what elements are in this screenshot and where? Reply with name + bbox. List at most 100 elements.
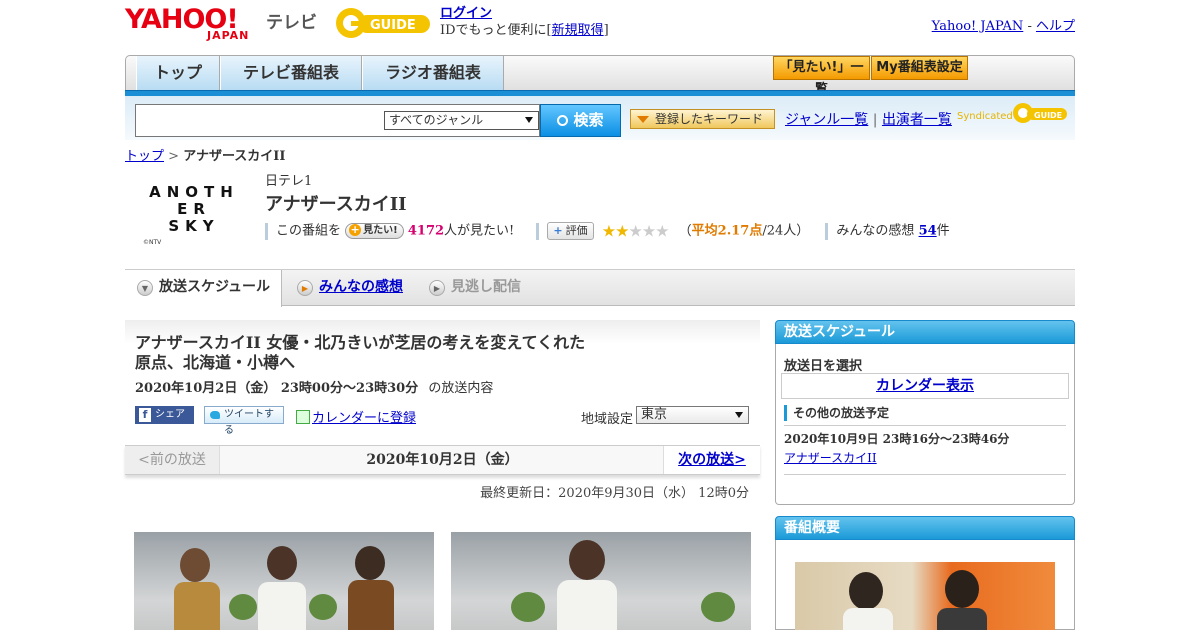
photo-person bbox=[849, 572, 883, 610]
divider bbox=[536, 222, 540, 240]
want-list-button[interactable]: 「見たい!」一覧 bbox=[773, 56, 870, 97]
syndicated-gguide-text: GUIDE bbox=[1034, 111, 1062, 120]
episode-datetime-suffix: の放送内容 bbox=[428, 381, 494, 396]
other-broadcast-item: アナザースカイII bbox=[784, 449, 877, 466]
episode-datetime-value: 2020年10月2日（金） 23時00分～23時30分 bbox=[135, 381, 419, 396]
rate-button[interactable]: + 評価 bbox=[547, 222, 594, 240]
rate-button-label: 評価 bbox=[565, 224, 588, 237]
program-stats: この番組を + 見たい! 4172人が見たい! + 評価 ★★★★★ （平均2.17… bbox=[265, 221, 950, 241]
want-count: 4172 bbox=[407, 223, 445, 239]
tab-impressions-link[interactable]: みんなの感想 bbox=[319, 279, 403, 295]
program-logo-line-1: ANOTH bbox=[149, 183, 239, 201]
region-select[interactable]: 東京 bbox=[636, 406, 749, 424]
divider bbox=[784, 425, 1066, 426]
registered-keywords-button[interactable]: 登録したキーワード bbox=[630, 109, 775, 129]
header-sep: - bbox=[1027, 19, 1032, 34]
tab-streaming: ▶ 見逃し配信 bbox=[417, 270, 547, 306]
calendar-display-link[interactable]: カレンダー表示 bbox=[876, 378, 974, 394]
want-prefix: この番組を bbox=[276, 223, 342, 239]
facebook-icon: f bbox=[139, 408, 151, 422]
photo-flowers bbox=[701, 592, 735, 622]
want-button-label: 見たい! bbox=[363, 225, 398, 236]
genre-list-link[interactable]: ジャンル一覧 bbox=[785, 112, 868, 128]
avg-rating: 平均2.17点 bbox=[691, 223, 763, 239]
avg-votes: /24人） bbox=[762, 223, 810, 239]
performer-list-link[interactable]: 出演者一覧 bbox=[882, 112, 952, 128]
program-title: アナザースカイII bbox=[265, 194, 407, 215]
next-broadcast-link[interactable]: 次の放送> bbox=[678, 452, 746, 468]
divider bbox=[784, 474, 1066, 475]
twitter-share-button[interactable]: ツイートする bbox=[204, 406, 284, 436]
help-link[interactable]: ヘルプ bbox=[1036, 19, 1075, 34]
calendar-display: カレンダー表示 bbox=[781, 373, 1069, 399]
facebook-share-label: シェア bbox=[155, 409, 185, 420]
photo-person bbox=[267, 546, 297, 580]
program-logo-line-3: SKY bbox=[168, 217, 220, 235]
facebook-share-button[interactable]: f シェア bbox=[135, 406, 194, 424]
tab-streaming-label: 見逃し配信 bbox=[451, 279, 521, 295]
tv-label: テレビ bbox=[266, 13, 317, 33]
chevron-down-icon bbox=[735, 412, 743, 418]
photo-person bbox=[843, 608, 893, 630]
calendar-register-link[interactable]: カレンダーに登録 bbox=[312, 411, 416, 426]
search-links-divider: | bbox=[872, 112, 878, 128]
tab-schedule[interactable]: ▼ 放送スケジュール bbox=[125, 270, 282, 307]
prev-broadcast: <前の放送 bbox=[125, 446, 220, 474]
breadcrumb-top-link[interactable]: トップ bbox=[125, 149, 164, 164]
content-tabs: ▼ 放送スケジュール ▶ みんなの感想 ▶ 見逃し配信 bbox=[125, 269, 1075, 307]
plus-icon: + bbox=[553, 224, 563, 237]
my-schedule-button[interactable]: My番組表設定 bbox=[871, 56, 968, 80]
gguide-logo[interactable]: GUIDE bbox=[334, 6, 432, 40]
main-nav: トップ テレビ番組表 ラジオ番組表 「見たい!」一覧 My番組表設定 bbox=[125, 55, 1075, 97]
yahoo-logo-sub: JAPAN bbox=[207, 29, 250, 42]
impressions-count-link[interactable]: 54 bbox=[919, 224, 937, 239]
photo-person bbox=[569, 540, 605, 580]
episode-photo-1 bbox=[134, 532, 434, 630]
sidebar-overview-header: 番組概要 bbox=[775, 516, 1075, 540]
genre-select[interactable]: すべてのジャンル bbox=[384, 111, 539, 130]
pager-date: 2020年10月2日（金） bbox=[366, 452, 519, 468]
chevron-down-icon bbox=[525, 117, 533, 123]
other-broadcasts-label: その他の放送予定 bbox=[784, 405, 889, 421]
id-text: IDでもっと便利に[ bbox=[440, 23, 552, 38]
rating-stars: ★★★★★ bbox=[602, 221, 670, 240]
photo-person bbox=[180, 548, 210, 582]
want-button[interactable]: + 見たい! bbox=[345, 223, 404, 239]
photo-person bbox=[174, 582, 220, 630]
overview-photo bbox=[795, 562, 1055, 630]
episode-datetime: 2020年10月2日（金） 23時00分～23時30分 の放送内容 bbox=[135, 377, 493, 396]
chevron-right-icon: ▶ bbox=[429, 280, 445, 296]
chevron-down-icon: ▼ bbox=[137, 280, 153, 296]
photo-person bbox=[258, 582, 306, 630]
episode-title-line-1: アナザースカイII 女優・北乃きいが芝居の考えを変えてくれた bbox=[135, 333, 586, 352]
syndicated-label: Syndicated bbox=[957, 111, 1013, 122]
program-logo-line-2: ER bbox=[177, 200, 211, 218]
login-block: ログイン IDでもっと便利に[新規取得] bbox=[440, 5, 609, 39]
register-link[interactable]: 新規取得 bbox=[552, 23, 604, 38]
nav-tab-top[interactable]: トップ bbox=[136, 56, 220, 90]
star-filled-icon: ★ bbox=[615, 221, 629, 240]
divider bbox=[825, 222, 829, 240]
breadcrumb-current: アナザースカイII bbox=[183, 149, 286, 164]
episode-title: アナザースカイII 女優・北乃きいが芝居の考えを変えてくれた 原点、北海道・小樽… bbox=[135, 333, 595, 373]
calendar-icon bbox=[296, 410, 310, 424]
channel-name: 日テレ1 bbox=[265, 174, 313, 189]
photo-person bbox=[937, 608, 987, 630]
plus-icon: + bbox=[349, 223, 362, 236]
program-logo-copyright: ©NTV bbox=[143, 239, 162, 246]
id-close: ] bbox=[603, 23, 609, 38]
search-button[interactable]: 検索 bbox=[540, 104, 621, 137]
other-broadcast-link[interactable]: アナザースカイII bbox=[784, 451, 877, 465]
search-button-label: 検索 bbox=[573, 111, 604, 129]
login-link[interactable]: ログイン bbox=[440, 6, 492, 21]
calendar-register[interactable]: カレンダーに登録 bbox=[296, 407, 416, 426]
chevron-right-icon: ▶ bbox=[297, 280, 313, 296]
header-links: Yahoo! JAPAN - ヘルプ bbox=[932, 15, 1075, 34]
program-logo: ANOTH ER SKY bbox=[140, 172, 248, 248]
search-icon bbox=[557, 115, 569, 126]
registered-keywords-label: 登録したキーワード bbox=[655, 112, 764, 126]
yahoo-japan-link[interactable]: Yahoo! JAPAN bbox=[932, 19, 1024, 34]
nav-tab-radio-schedule[interactable]: ラジオ番組表 bbox=[362, 56, 504, 90]
tab-impressions[interactable]: ▶ みんなの感想 bbox=[285, 270, 415, 306]
nav-tab-tv-schedule[interactable]: テレビ番組表 bbox=[220, 56, 362, 90]
